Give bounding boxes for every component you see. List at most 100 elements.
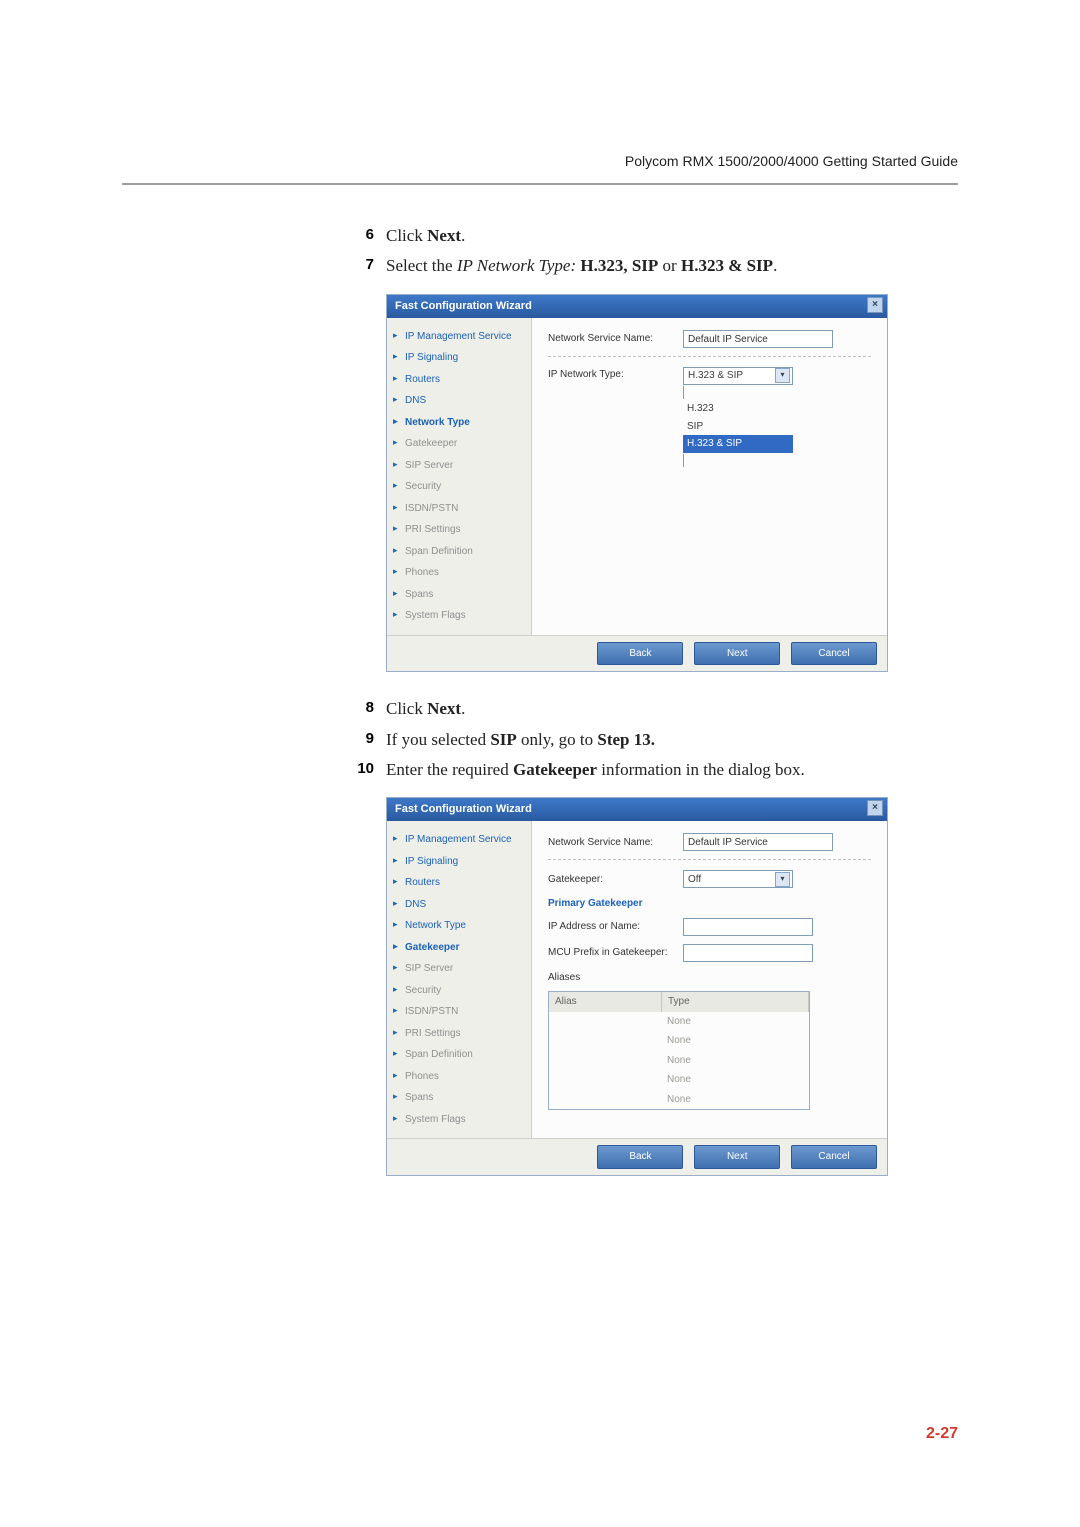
aliases-row[interactable]: None [549,1031,809,1051]
chevron-down-icon[interactable]: ▾ [775,872,790,887]
gk-ip-label: IP Address or Name: [548,919,683,935]
nav-item-span-definition[interactable]: Span Definition [393,1044,527,1066]
network-type-row: IP Network Type: H.323 & SIP ▾ H.323 SIP [548,367,871,469]
service-name-row: Network Service Name: Default IP Service [548,833,871,851]
back-button[interactable]: Back [597,1145,683,1169]
step-6: 6 Click Next. [352,223,932,249]
nav-item-phones[interactable]: Phones [393,562,527,584]
nav-item-dns[interactable]: DNS [393,894,527,916]
aliases-row[interactable]: None [549,1070,809,1090]
nav-item-security[interactable]: Security [393,476,527,498]
step-8-next: Next [427,699,461,718]
step-8: 8 Click Next. [352,696,932,722]
network-type-select[interactable]: H.323 & SIP ▾ [683,367,793,385]
chevron-down-icon[interactable]: ▾ [775,368,790,383]
aliases-row[interactable]: None [549,1012,809,1032]
screenshot-1-wrap: Fast Configuration Wizard × IP Managemen… [352,294,932,673]
gk-ip-input[interactable] [683,918,813,936]
nav-item-sip-server[interactable]: SIP Server [393,455,527,477]
cancel-button[interactable]: Cancel [791,1145,877,1169]
nav-item-pri-settings[interactable]: PRI Settings [393,519,527,541]
nav-item-system-flags[interactable]: System Flags [393,1109,527,1131]
nav-item-routers[interactable]: Routers [393,369,527,391]
nav-item-security[interactable]: Security [393,980,527,1002]
cancel-button[interactable]: Cancel [791,642,877,666]
aliases-table: Alias Type None None None None None [548,991,810,1110]
network-type-option-both[interactable]: H.323 & SIP [683,435,793,453]
nav-item-ip-signaling[interactable]: IP Signaling [393,347,527,369]
nav-item-gatekeeper[interactable]: Gatekeeper [393,433,527,455]
nav-item-span-definition[interactable]: Span Definition [393,541,527,563]
nav-item-gatekeeper[interactable]: Gatekeeper [393,937,527,959]
wizard-main: Network Service Name: Default IP Service… [532,318,887,635]
wizard-titlebar: Fast Configuration Wizard × [387,798,887,821]
step-7-or: or [658,256,681,275]
step-number: 8 [352,696,374,719]
nav-item-isdn-pstn[interactable]: ISDN/PSTN [393,498,527,520]
nav-item-sip-server[interactable]: SIP Server [393,958,527,980]
document-page: Polycom RMX 1500/2000/4000 Getting Start… [0,0,1080,1527]
alias-type-cell: None [661,1070,809,1090]
nav-item-ip-signaling[interactable]: IP Signaling [393,851,527,873]
alias-type-cell: None [661,1012,809,1032]
step-number: 6 [352,223,374,246]
step-8-period: . [461,699,465,718]
step-10: 10 Enter the required Gatekeeper informa… [352,757,932,783]
service-name-label: Network Service Name: [548,835,683,851]
primary-gatekeeper-heading: Primary Gatekeeper [548,896,871,912]
gk-prefix-input[interactable] [683,944,813,962]
step-7: 7 Select the IP Network Type: H.323, SIP… [352,253,932,279]
network-type-option-sip[interactable]: SIP [683,418,793,436]
step-number: 10 [352,757,374,780]
nav-item-network-type[interactable]: Network Type [393,412,527,434]
gatekeeper-row: Gatekeeper: Off ▾ [548,870,871,888]
wizard-nav: IP Management Service IP Signaling Route… [387,821,532,1138]
alias-type-cell: None [661,1051,809,1071]
step-7-period: . [773,256,777,275]
aliases-row[interactable]: None [549,1090,809,1110]
wizard-title-text: Fast Configuration Wizard [395,300,532,312]
step-number: 9 [352,727,374,750]
nav-item-routers[interactable]: Routers [393,872,527,894]
nav-item-isdn-pstn[interactable]: ISDN/PSTN [393,1001,527,1023]
nav-item-spans[interactable]: Spans [393,584,527,606]
step-10-text-1: Enter the required [386,760,513,779]
next-button[interactable]: Next [694,642,780,666]
step-7-text-1: Select the [386,256,457,275]
network-type-dropdown-list[interactable]: H.323 SIP H.323 & SIP [683,386,793,467]
wizard-titlebar: Fast Configuration Wizard × [387,295,887,318]
nav-item-dns[interactable]: DNS [393,390,527,412]
next-button[interactable]: Next [694,1145,780,1169]
wizard-dialog-network-type: Fast Configuration Wizard × IP Managemen… [386,294,888,673]
network-type-select-wrap: H.323 & SIP ▾ H.323 SIP H.323 & SIP [683,367,793,469]
service-name-row: Network Service Name: Default IP Service [548,330,871,348]
step-number: 7 [352,253,374,276]
network-type-option-h323[interactable]: H.323 [683,400,793,418]
nav-item-ip-management[interactable]: IP Management Service [393,326,527,348]
close-icon[interactable]: × [867,800,883,816]
back-button[interactable]: Back [597,642,683,666]
gatekeeper-label: Gatekeeper: [548,872,683,888]
aliases-table-header: Alias Type [549,992,809,1012]
nav-item-ip-management[interactable]: IP Management Service [393,829,527,851]
step-9: 9 If you selected SIP only, go to Step 1… [352,727,932,753]
service-name-input[interactable]: Default IP Service [683,330,833,348]
aliases-col-alias: Alias [549,992,662,1012]
gk-ip-row: IP Address or Name: [548,918,871,936]
nav-item-phones[interactable]: Phones [393,1066,527,1088]
gk-prefix-row: MCU Prefix in Gatekeeper: [548,944,871,962]
nav-item-system-flags[interactable]: System Flags [393,605,527,627]
body-column: 6 Click Next. 7 Select the IP Network Ty… [352,223,932,1176]
gatekeeper-select[interactable]: Off ▾ [683,870,793,888]
service-name-input[interactable]: Default IP Service [683,833,833,851]
gk-prefix-label: MCU Prefix in Gatekeeper: [548,947,683,958]
nav-item-network-type[interactable]: Network Type [393,915,527,937]
nav-item-pri-settings[interactable]: PRI Settings [393,1023,527,1045]
wizard-body: IP Management Service IP Signaling Route… [387,318,887,635]
nav-item-spans[interactable]: Spans [393,1087,527,1109]
close-icon[interactable]: × [867,297,883,313]
step-7-italic: IP Network Type: [457,256,576,275]
aliases-col-type: Type [662,992,809,1012]
aliases-row[interactable]: None [549,1051,809,1071]
step-7-bold-1: H.323, SIP [576,256,658,275]
